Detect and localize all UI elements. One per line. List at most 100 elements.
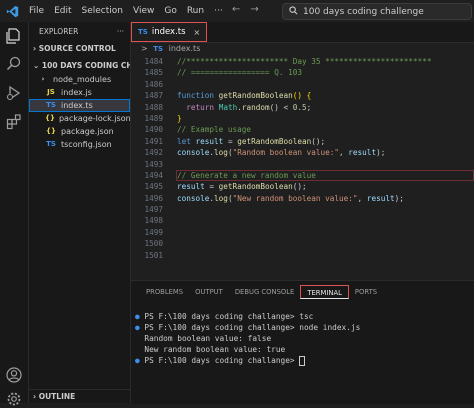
file-tree-item[interactable]: TS tsconfig.json <box>29 138 130 151</box>
menu-selection[interactable]: Selection <box>77 6 128 16</box>
chevron-down-icon: ⌄ <box>33 61 40 70</box>
run-and-debug-icon[interactable] <box>5 84 23 102</box>
account-icon[interactable] <box>5 366 23 384</box>
code-text: console.log("Random boolean value:", res… <box>177 148 386 158</box>
terminal-line: ● PS F:\100 days coding challange> node … <box>135 322 474 333</box>
line-number: 1484 <box>144 57 163 66</box>
terminal-line: Random boolean value: false <box>135 333 474 344</box>
code-line: 1487 function getRandomBoolean() { <box>131 90 474 101</box>
editor-area: TS index.ts × > TS index.ts 1484 //******… <box>131 22 474 280</box>
tsconfig-file-icon: TS <box>46 140 56 148</box>
code-line: 1490 // Example usage <box>131 124 474 135</box>
line-number: 1487 <box>144 91 163 101</box>
line-number: 1498 <box>144 216 163 226</box>
code-text: //********************** Day 35 ********… <box>177 57 432 66</box>
settings-gear-icon[interactable] <box>5 390 23 408</box>
line-number: 1495 <box>144 182 163 192</box>
tab-label: index.ts <box>151 27 186 37</box>
editor-tabs: TS index.ts × <box>131 22 474 43</box>
terminal[interactable]: ● PS F:\100 days coding challange> tsc ● … <box>131 303 474 366</box>
bottom-panel: PROBLEMS OUTPUT DEBUG CONSOLE TERMINAL PORTS… <box>131 280 474 404</box>
close-icon[interactable]: × <box>194 28 201 37</box>
folder-icon: › <box>41 75 45 83</box>
forward-arrow-icon[interactable]: → <box>250 4 258 15</box>
title-bar: File Edit Selection View Go Run ··· ← → 100 d… <box>0 0 474 22</box>
activity-bar <box>0 22 29 406</box>
file-tree-label: package-lock.json <box>58 114 131 123</box>
command-status-dot-icon <box>135 334 144 343</box>
menu-view[interactable]: View <box>128 6 159 16</box>
tab-terminal[interactable]: TERMINAL <box>300 285 349 299</box>
source-control-section[interactable]: › SOURCE CONTROL <box>29 42 130 56</box>
menu-more-button[interactable]: ··· <box>209 6 228 16</box>
command-status-dot-icon: ● <box>135 312 145 321</box>
terminal-text: PS F:\100 days coding challange> <box>144 356 300 365</box>
vscode-logo-icon <box>4 3 20 19</box>
menu-file[interactable]: File <box>24 6 49 16</box>
explorer-header: EXPLORER ··· <box>29 22 130 42</box>
code-line: 1501 <box>131 250 474 261</box>
breadcrumb: > TS index.ts <box>131 43 474 55</box>
code-line: 1494// Generate a new random value <box>131 169 474 181</box>
navigation-arrows: ← → <box>232 4 259 15</box>
chevron-right-icon: › <box>33 44 37 53</box>
explorer-title: EXPLORER <box>39 27 79 36</box>
back-arrow-icon[interactable]: ← <box>232 4 240 15</box>
code-line: 1485 // ================= Q. 103 <box>131 67 474 78</box>
line-number: 1489 <box>144 113 163 123</box>
file-tree-item[interactable]: TS index.ts <box>29 99 130 112</box>
code-line: 1492 console.log("Random boolean value:",… <box>131 147 474 158</box>
tab-output[interactable]: OUTPUT <box>189 285 229 299</box>
code-text: console.log("New random boolean value:",… <box>177 193 404 203</box>
tab-ports[interactable]: PORTS <box>349 285 383 299</box>
menu-edit[interactable]: Edit <box>49 6 76 16</box>
code-text: } <box>177 113 182 123</box>
source-control-label: SOURCE CONTROL <box>38 44 116 53</box>
file-tree-item[interactable]: {} package-lock.json <box>29 112 131 125</box>
file-tree-label: tsconfig.json <box>61 140 112 149</box>
command-status-dot-icon: ● <box>135 356 145 365</box>
workspace-folder-label: 100 DAYS CODING CHALLE... <box>41 61 130 70</box>
menu-run[interactable]: Run <box>182 6 209 16</box>
command-center-search[interactable]: 100 days coding challenge <box>282 3 472 20</box>
code-text: function getRandomBoolean() { <box>177 91 312 101</box>
file-tree-item[interactable]: {} package.json <box>29 125 130 138</box>
ts-file-icon: TS <box>138 28 148 36</box>
file-tree-label: index.js <box>61 88 92 97</box>
json-file-icon: {} <box>45 114 55 122</box>
workspace-folder-section[interactable]: ⌄ 100 DAYS CODING CHALLE... <box>29 59 130 73</box>
tab-problems[interactable]: PROBLEMS <box>140 285 189 299</box>
line-number: 1485 <box>144 68 163 78</box>
menu-go[interactable]: Go <box>159 6 181 16</box>
code-text: // Example usage <box>177 125 252 135</box>
outline-label: OUTLINE <box>38 392 76 401</box>
search-icon[interactable] <box>5 55 23 73</box>
code-text: result = getRandomBoolean(); <box>177 182 307 192</box>
search-text: 100 days coding challenge <box>303 6 424 17</box>
code-line: 1488 return Math.random() < 0.5; <box>131 102 474 113</box>
line-number: 1486 <box>144 79 163 89</box>
tab-index-ts[interactable]: TS index.ts × <box>131 22 208 42</box>
line-number: 1501 <box>144 250 163 260</box>
line-number: 1500 <box>144 239 163 249</box>
line-number: 1497 <box>144 205 163 215</box>
code-line: 1491 let result = getRandomBoolean(); <box>131 136 474 147</box>
breadcrumb-file[interactable]: index.ts <box>169 44 201 53</box>
search-icon <box>289 5 298 18</box>
line-number: 1492 <box>144 148 163 158</box>
terminal-text: PS F:\100 days coding challange> node in… <box>144 323 361 332</box>
extensions-icon[interactable] <box>5 113 23 131</box>
explorer-more-button[interactable]: ··· <box>117 22 124 42</box>
file-tree-item[interactable]: › node_modules <box>29 73 130 86</box>
explorer-icon[interactable] <box>5 27 23 45</box>
outline-section[interactable]: › OUTLINE <box>29 389 130 403</box>
code-line: 1493 <box>131 159 474 170</box>
line-number: 1488 <box>144 102 163 112</box>
tab-debug-console[interactable]: DEBUG CONSOLE <box>229 285 301 299</box>
explorer-sidebar: EXPLORER ··· › SOURCE CONTROL ⌄ 100 DAYS… <box>29 22 131 403</box>
terminal-text: PS F:\100 days coding challange> tsc <box>144 312 314 321</box>
line-number: 1490 <box>144 125 163 135</box>
code-line: 1499 <box>131 227 474 238</box>
code-editor[interactable]: 1484 //********************** Day 35 ****… <box>131 56 474 261</box>
file-tree-item[interactable]: JS index.js <box>29 86 130 99</box>
